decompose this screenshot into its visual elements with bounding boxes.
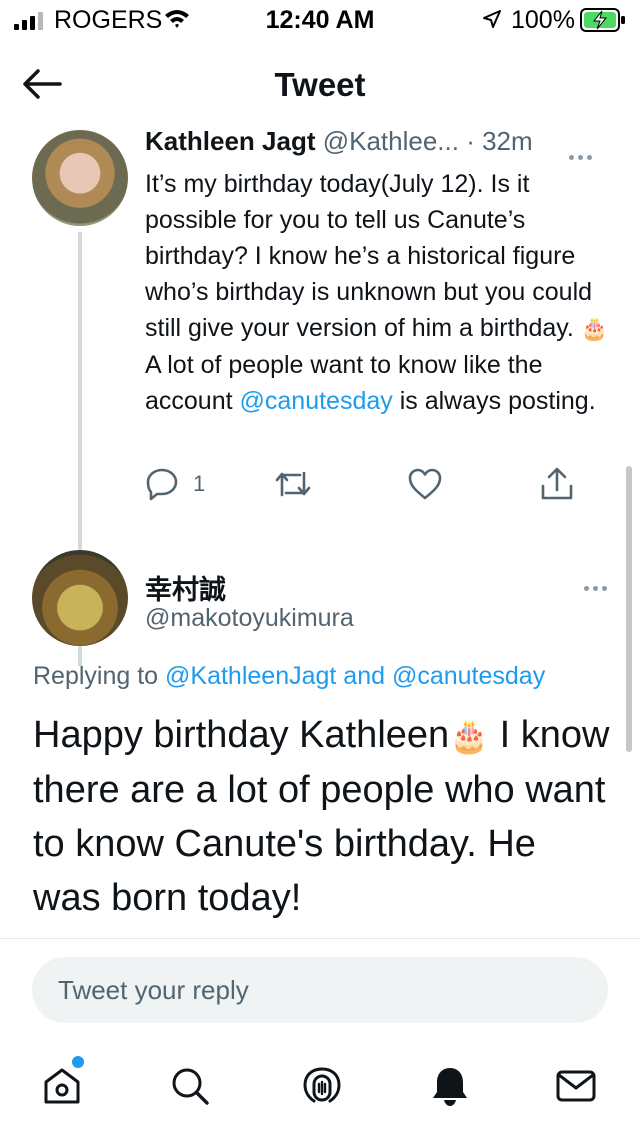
reply-button[interactable]: 1	[145, 464, 205, 504]
search-icon	[172, 1068, 209, 1105]
retweet-button[interactable]	[273, 464, 313, 504]
tab-bar	[0, 1040, 640, 1136]
tab-messages[interactable]	[552, 1062, 600, 1110]
reply-input[interactable]	[32, 957, 608, 1023]
status-bar: ROGERS 12:40 AM 100%	[0, 0, 640, 40]
heart-icon	[408, 468, 442, 500]
cake-emoji: 🎂	[580, 316, 609, 341]
reply-count: 1	[193, 471, 206, 496]
cake-emoji: 🎂	[449, 718, 490, 754]
author-handle[interactable]: @makotoyukimura	[145, 604, 354, 633]
avatar[interactable]	[32, 130, 128, 226]
tweet-text-part: Happy birthday Kathleen	[33, 714, 450, 756]
like-button[interactable]	[407, 464, 443, 504]
replying-prefix: Replying to	[33, 662, 166, 690]
tweet-actions: 1	[145, 464, 605, 504]
tab-notifications[interactable]	[426, 1062, 474, 1110]
mail-icon	[556, 1070, 596, 1102]
bell-icon	[433, 1068, 467, 1106]
tab-home[interactable]	[38, 1062, 86, 1110]
spaces-icon	[303, 1067, 341, 1103]
author-name[interactable]: Kathleen Jagt	[145, 126, 316, 156]
tweet-text: It’s my birthday today(July 12). Is it p…	[145, 166, 625, 419]
tweet-text: Happy birthday Kathleen🎂 I know there ar…	[33, 708, 613, 925]
more-options-icon[interactable]	[569, 136, 605, 160]
tweet-header: Kathleen Jagt @Kathlee... · 32m	[145, 126, 625, 162]
author-handle[interactable]: @Kathlee...	[323, 126, 459, 156]
divider	[0, 938, 640, 939]
share-icon	[541, 467, 573, 500]
page-title: Tweet	[274, 66, 366, 103]
home-icon	[44, 1068, 80, 1104]
more-options-icon[interactable]	[584, 578, 620, 598]
reply-box[interactable]	[32, 957, 608, 1023]
scrollbar[interactable]	[626, 466, 632, 752]
mention-link[interactable]: @KathleenJagt	[165, 662, 336, 690]
battery-charging-icon	[580, 8, 625, 32]
author-name[interactable]: 幸村誠	[145, 568, 226, 607]
mention-link[interactable]: @canutesday	[392, 662, 545, 690]
tab-spaces[interactable]	[298, 1062, 346, 1110]
replying-and: and	[336, 662, 392, 690]
avatar[interactable]	[32, 550, 128, 646]
new-content-dot	[72, 1056, 84, 1068]
retweet-icon	[275, 471, 311, 497]
tab-search[interactable]	[166, 1062, 214, 1110]
reply-icon	[146, 468, 178, 501]
tweet-time: · 32m	[458, 126, 533, 156]
tweet-text-part: is always posting.	[392, 387, 596, 415]
share-button[interactable]	[539, 464, 575, 504]
replying-to: Replying to @KathleenJagt and @canutesda…	[33, 662, 545, 691]
tweet-text-part: It’s my birthday today(July 12). Is it p…	[145, 170, 593, 342]
header: Tweet	[0, 44, 640, 124]
battery-percent: 100%	[511, 6, 575, 34]
location-icon	[483, 10, 501, 28]
mention-link[interactable]: @canutesday	[240, 387, 393, 415]
